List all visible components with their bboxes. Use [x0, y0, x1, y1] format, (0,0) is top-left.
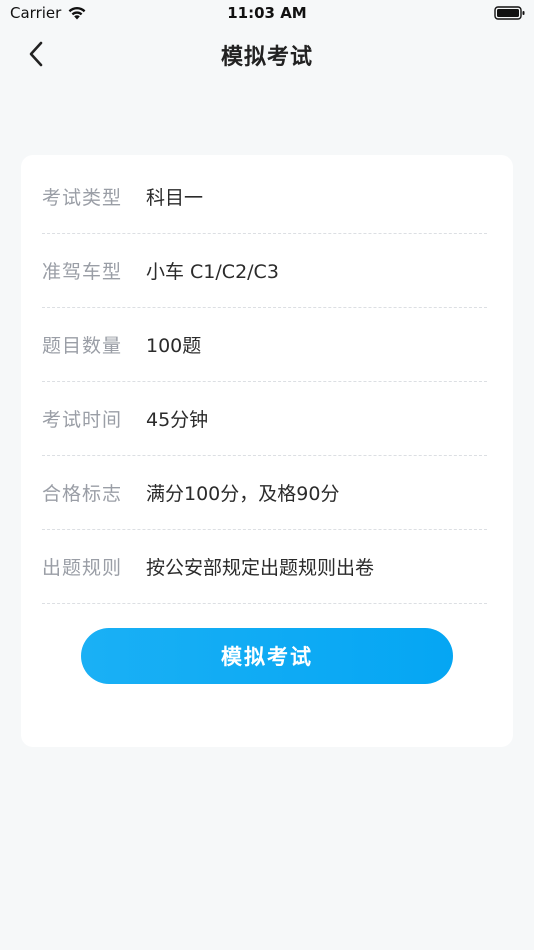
battery-icon: [494, 6, 525, 20]
info-row-pass-criteria: 合格标志 满分100分，及格90分: [42, 456, 487, 530]
info-value: 100题: [146, 335, 202, 357]
status-bar: Carrier 11:03 AM: [0, 0, 534, 28]
exam-info-card: 考试类型 科目一 准驾车型 小车 C1/C2/C3 题目数量 100题 考试时间…: [21, 155, 513, 747]
page-title: 模拟考试: [220, 45, 313, 70]
info-label: 题目数量: [42, 335, 123, 357]
info-row-vehicle-type: 准驾车型 小车 C1/C2/C3: [42, 234, 487, 308]
info-value: 科目一: [146, 187, 204, 209]
info-value: 满分100分，及格90分: [146, 483, 340, 505]
info-row-exam-type: 考试类型 科目一: [42, 160, 487, 234]
info-value: 45分钟: [146, 409, 209, 431]
info-row-exam-duration: 考试时间 45分钟: [42, 382, 487, 456]
start-mock-exam-button[interactable]: 模拟考试: [81, 628, 453, 684]
info-label: 考试类型: [42, 187, 123, 209]
info-label: 出题规则: [42, 557, 123, 579]
info-label: 准驾车型: [42, 261, 123, 283]
info-row-question-rules: 出题规则 按公安部规定出题规则出卷: [42, 530, 487, 604]
info-value: 小车 C1/C2/C3: [146, 261, 279, 283]
info-label: 考试时间: [42, 409, 123, 431]
nav-bar: 模拟考试: [0, 28, 534, 80]
status-time: 11:03 AM: [227, 4, 307, 22]
info-label: 合格标志: [42, 483, 123, 505]
info-row-question-count: 题目数量 100题: [42, 308, 487, 382]
info-value: 按公安部规定出题规则出卷: [146, 557, 375, 579]
